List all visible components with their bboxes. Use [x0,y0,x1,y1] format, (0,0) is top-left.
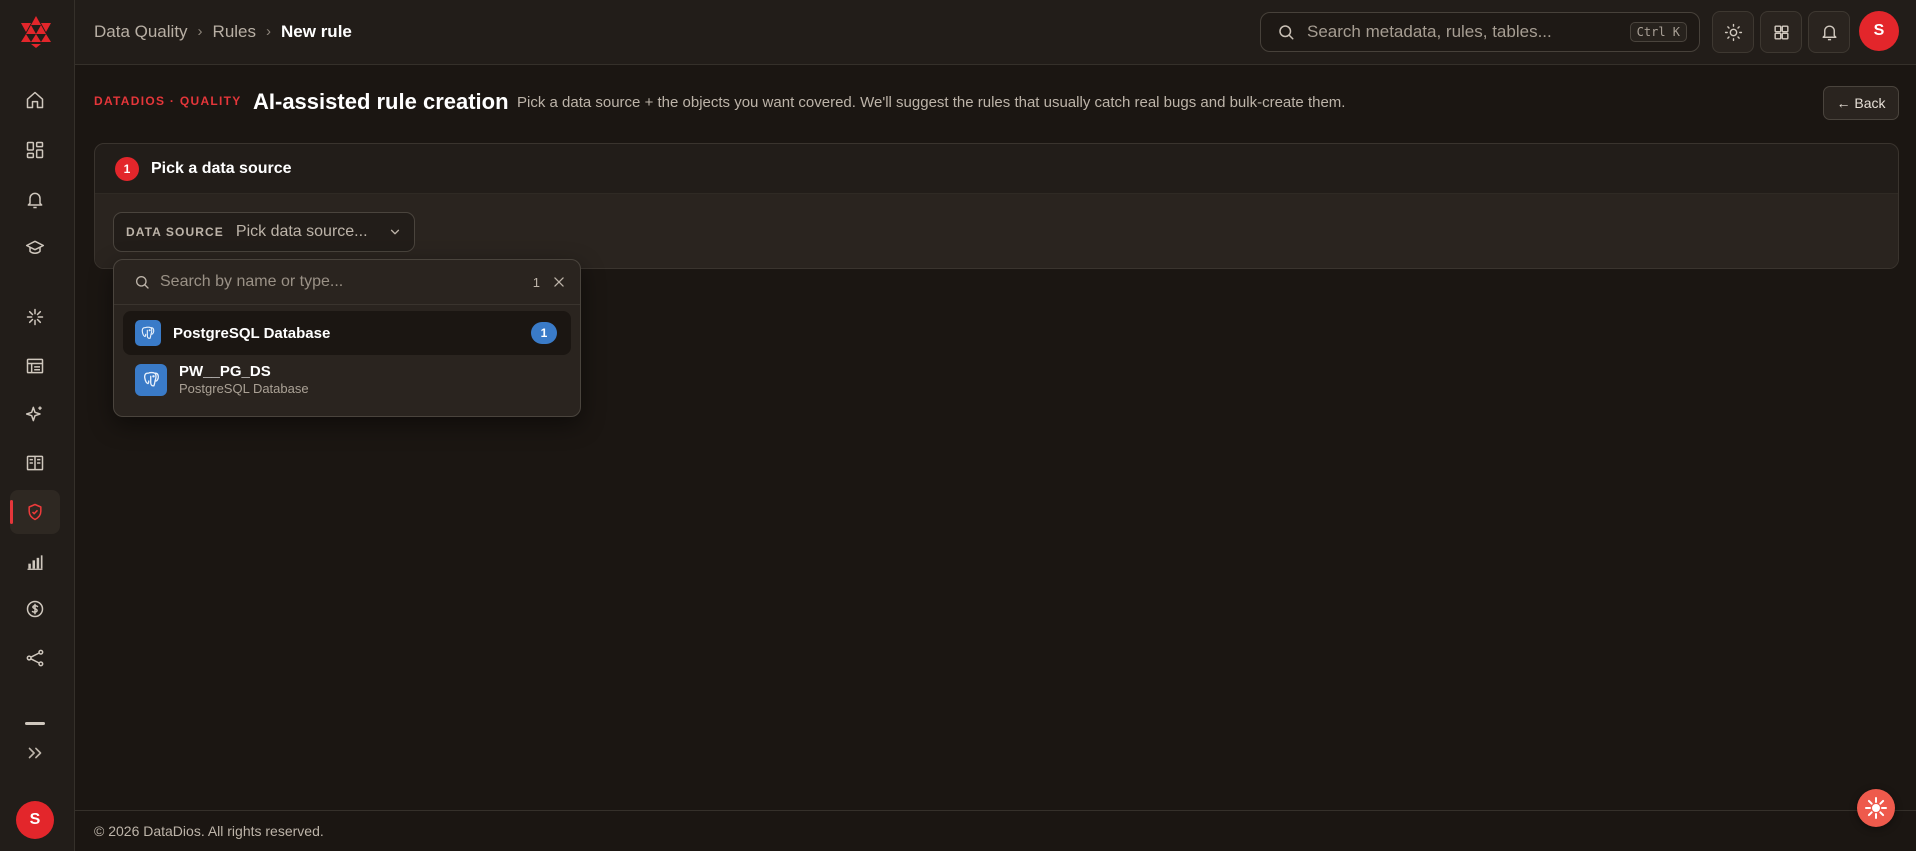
breadcrumb-rules[interactable]: Rules [213,22,256,42]
sidebar-item-glossary[interactable] [10,441,60,485]
sidebar-item-learning[interactable] [10,226,60,270]
ai-sparkle-icon [25,406,42,422]
top-bar: Data Quality › Rules › New rule Search m… [75,0,1916,65]
dropdown-option[interactable]: PW__PG_DS PostgreSQL Database [135,363,309,396]
sparkle-burst-icon [1865,797,1887,819]
sidebar-scroll-indicator [25,722,45,725]
back-button[interactable]: ← Back [1823,86,1899,120]
data-source-label: DATA SOURCE [126,225,224,239]
dropdown-result-count: 1 [532,274,540,290]
data-source-value: Pick data source... [235,223,368,240]
grid-icon [1773,24,1789,40]
notifications-button[interactable] [1808,11,1850,53]
apps-button[interactable] [1760,11,1802,53]
sun-icon [1724,23,1742,41]
sidebar-item-dashboard[interactable] [10,128,60,172]
dashboard-icon [26,141,44,159]
breadcrumb: Data Quality › Rules › New rule [94,0,352,63]
step-title: Pick a data source [151,159,292,177]
sidebar-item-discovery[interactable] [10,295,60,339]
chevron-right-icon: › [266,23,272,40]
breadcrumb-current: New rule [281,21,352,41]
step-header: 1 Pick a data source [95,144,1898,194]
assistant-fab-button[interactable] [1857,789,1895,827]
user-avatar[interactable]: S [1859,11,1899,51]
chevron-right-icon: › [197,23,203,40]
data-source-select[interactable]: DATA SOURCE Pick data source... [113,212,415,252]
option-type: PostgreSQL Database [179,381,309,396]
group-count-badge: 1 [531,322,557,344]
dropdown-group-postgresql[interactable]: PostgreSQL Database 1 [123,311,571,355]
page-subtitle: Pick a data source + the objects you wan… [517,94,1346,111]
search-shortcut-hint: Ctrl K [1629,22,1687,42]
footer: © 2026 DataDios. All rights reserved. [75,810,1916,851]
page-eyebrow: DATADIOS · QUALITY [94,94,242,108]
sidebar-item-lineage[interactable] [10,636,60,680]
close-icon[interactable] [552,275,566,289]
bell-icon [27,192,43,209]
sidebar: S [0,0,75,851]
sidebar-user-avatar[interactable]: S [16,801,54,839]
sidebar-item-catalog[interactable] [10,344,60,388]
search-icon [136,276,149,289]
dollar-circle-icon [26,600,44,618]
step-body: DATA SOURCE Pick data source... [95,194,1898,268]
global-search-placeholder: Search metadata, rules, tables... [1307,22,1552,41]
footer-copyright: © 2026 DataDios. All rights reserved. [94,823,324,839]
option-name: PW__PG_DS [179,363,271,380]
search-icon [1279,25,1294,40]
sidebar-item-alerts[interactable] [10,178,60,222]
sparkle-burst-icon [26,308,44,326]
sidebar-item-ai[interactable] [10,392,60,436]
step-card-data-source: 1 Pick a data source DATA SOURCE Pick da… [94,143,1899,269]
sidebar-item-cost[interactable] [10,587,60,631]
dropdown-group-label: PostgreSQL Database [173,324,331,342]
dropdown-search-input[interactable] [160,273,533,291]
sidebar-item-home[interactable] [10,78,60,122]
global-search[interactable]: Search metadata, rules, tables... Ctrl K [1260,12,1700,52]
sidebar-item-data-quality[interactable] [10,490,60,534]
dropdown-search: 1 [114,260,580,305]
breadcrumb-data-quality[interactable]: Data Quality [94,22,188,42]
data-source-dropdown: 1 PostgreSQL Database 1 PW__PG_DS Postgr… [113,259,581,417]
table-icon [26,358,44,374]
page-title: AI-assisted rule creation [253,89,509,114]
postgresql-icon [135,363,167,396]
shield-check-icon [28,503,42,521]
postgresql-icon [135,320,161,346]
expand-sidebar-icon[interactable] [24,742,46,764]
datadios-logo[interactable] [19,15,53,49]
bar-chart-icon [27,555,43,570]
sidebar-item-analytics[interactable] [10,540,60,584]
theme-toggle-button[interactable] [1712,11,1754,53]
share-nodes-icon [26,649,44,667]
graduation-cap-icon [25,240,45,254]
bell-icon [1821,25,1837,40]
step-number-badge: 1 [115,156,139,181]
home-icon [26,91,44,109]
columns-icon [26,455,44,471]
chevron-down-icon [390,229,400,235]
